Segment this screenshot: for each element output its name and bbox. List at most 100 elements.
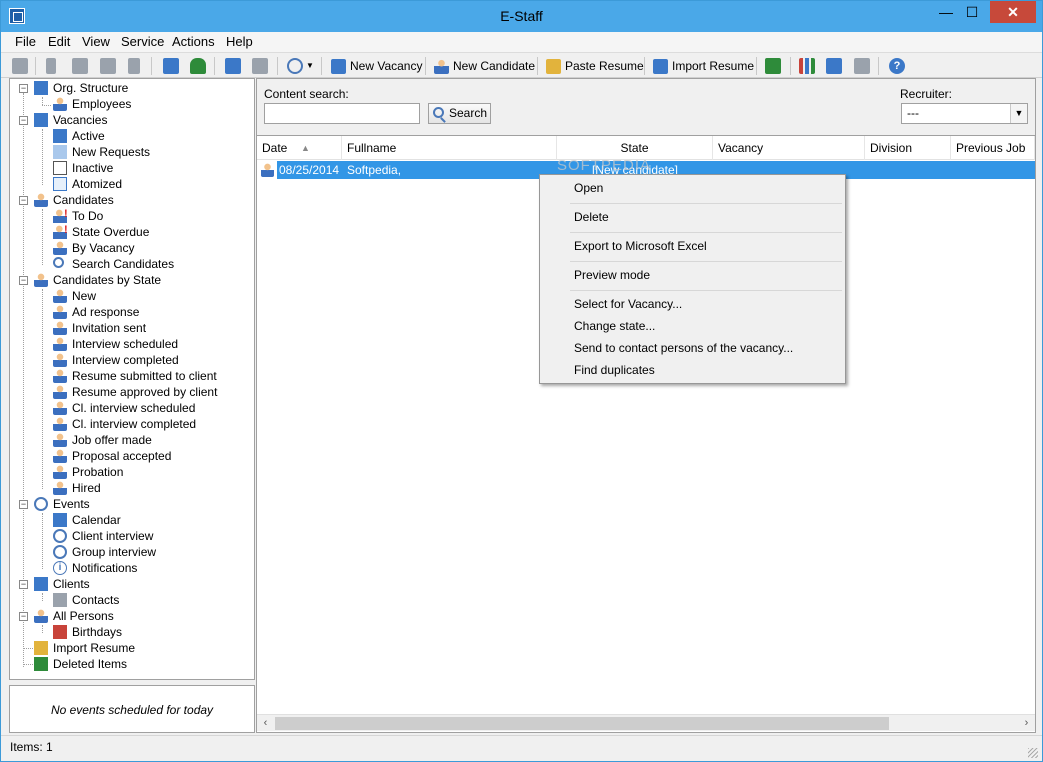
clock-icon[interactable] bbox=[287, 58, 303, 74]
column-header-fullname[interactable]: Fullname bbox=[342, 136, 557, 160]
resize-grip-icon[interactable] bbox=[1028, 748, 1038, 758]
tree-item-label: All Persons bbox=[53, 609, 114, 623]
bar-chart-icon[interactable] bbox=[799, 58, 815, 74]
tree-item-label: Calendar bbox=[72, 513, 121, 527]
info-icon: i bbox=[53, 561, 67, 575]
report-icon[interactable] bbox=[826, 58, 842, 74]
menu-item-open[interactable]: Open bbox=[574, 178, 603, 198]
help-icon[interactable]: ? bbox=[889, 58, 905, 74]
org-chart-icon[interactable] bbox=[225, 58, 241, 74]
menu-view[interactable]: View bbox=[82, 34, 110, 49]
tree-item-label: Atomized bbox=[72, 177, 123, 191]
menu-item-find-duplicates[interactable]: Find duplicates bbox=[574, 360, 655, 380]
menu-file[interactable]: File bbox=[15, 34, 36, 49]
scroll-right-icon[interactable]: › bbox=[1018, 715, 1035, 732]
collapse-toggle[interactable]: − bbox=[19, 612, 28, 621]
no-events-text: No events scheduled for today bbox=[50, 703, 214, 717]
tree-item-label: Cl. interview scheduled bbox=[72, 401, 196, 415]
tree-guide-line bbox=[42, 129, 43, 185]
candidate-state-icon bbox=[53, 449, 67, 463]
status-bar: Items: 1 bbox=[1, 735, 1042, 761]
search-button[interactable]: Search bbox=[428, 103, 491, 124]
chevron-down-icon[interactable]: ▼ bbox=[306, 58, 314, 74]
tree-guide-line bbox=[42, 593, 43, 601]
context-menu: Open Delete Export to Microsoft Excel Pr… bbox=[539, 174, 846, 384]
window-title: E-Staff bbox=[500, 8, 543, 24]
column-header-division[interactable]: Division bbox=[865, 136, 951, 160]
menu-actions[interactable]: Actions bbox=[172, 34, 215, 49]
cut-icon[interactable] bbox=[46, 58, 56, 74]
minimize-button[interactable]: — bbox=[933, 1, 959, 23]
tree-item-label: Contacts bbox=[72, 593, 120, 607]
collapse-toggle[interactable]: − bbox=[19, 580, 28, 589]
tree-item-label: Employees bbox=[72, 97, 132, 111]
tree-item-label: Interview scheduled bbox=[72, 337, 179, 351]
column-header-date[interactable]: Date ▲ bbox=[257, 136, 342, 160]
tree-guide-line bbox=[42, 97, 43, 105]
menu-item-send-to-contacts[interactable]: Send to contact persons of the vacancy..… bbox=[574, 338, 793, 358]
scroll-thumb[interactable] bbox=[275, 717, 889, 730]
import-resume-label: Import Resume bbox=[672, 59, 755, 73]
undo-icon[interactable] bbox=[128, 58, 140, 74]
copy-icon[interactable] bbox=[72, 58, 88, 74]
menu-service[interactable]: Service bbox=[121, 34, 164, 49]
menu-item-change-state[interactable]: Change state... bbox=[574, 316, 655, 336]
chevron-down-icon[interactable]: ▼ bbox=[1010, 104, 1027, 123]
collapse-toggle[interactable]: − bbox=[19, 196, 28, 205]
menu-item-delete[interactable]: Delete bbox=[574, 207, 609, 227]
contact-card-icon bbox=[53, 593, 67, 607]
menu-edit[interactable]: Edit bbox=[48, 34, 70, 49]
envelope-icon bbox=[34, 641, 48, 655]
column-header-previous-job[interactable]: Previous Job bbox=[951, 136, 1035, 160]
content-search-input[interactable] bbox=[264, 103, 420, 124]
close-button[interactable]: ✕ bbox=[990, 1, 1036, 23]
menu-item-export-excel[interactable]: Export to Microsoft Excel bbox=[574, 236, 707, 256]
tree-item-label: Hired bbox=[72, 481, 101, 495]
menu-item-select-for-vacancy[interactable]: Select for Vacancy... bbox=[574, 294, 682, 314]
print-icon[interactable] bbox=[12, 58, 28, 74]
toolbar-separator bbox=[425, 57, 426, 75]
candidate-state-icon bbox=[53, 337, 67, 351]
events-panel: No events scheduled for today bbox=[9, 685, 255, 733]
tree-item-label: Deleted Items bbox=[53, 657, 128, 671]
collapse-toggle[interactable]: − bbox=[19, 276, 28, 285]
tree-item-label: Import Resume bbox=[53, 641, 136, 655]
recruiter-select[interactable]: --- ▼ bbox=[901, 103, 1028, 124]
new-request-icon bbox=[53, 145, 67, 159]
column-header-vacancy[interactable]: Vacancy bbox=[713, 136, 865, 160]
paste-resume-button[interactable]: Paste Resume bbox=[546, 57, 644, 76]
scroll-left-icon[interactable]: ‹ bbox=[257, 715, 274, 732]
collapse-toggle[interactable]: − bbox=[19, 500, 28, 509]
settings-icon[interactable] bbox=[854, 58, 870, 74]
tree-item-label: Notifications bbox=[72, 561, 138, 575]
paste-icon[interactable] bbox=[100, 58, 116, 74]
collapse-toggle[interactable]: − bbox=[19, 84, 28, 93]
excel-icon[interactable] bbox=[765, 58, 781, 74]
calendar-icon[interactable] bbox=[163, 58, 179, 74]
vacancy-icon bbox=[331, 59, 346, 74]
candidate-icon bbox=[434, 59, 449, 74]
candidate-state-icon bbox=[53, 433, 67, 447]
clock-icon bbox=[53, 529, 67, 543]
alert-icon: ! bbox=[64, 208, 68, 220]
new-candidate-label: New Candidate bbox=[453, 59, 536, 73]
tree-item-label: Resume submitted to client bbox=[72, 369, 217, 383]
menu-item-preview-mode[interactable]: Preview mode bbox=[574, 265, 650, 285]
person-icon[interactable] bbox=[190, 58, 206, 74]
new-candidate-button[interactable]: New Candidate bbox=[434, 57, 536, 76]
candidates-by-state-icon bbox=[34, 273, 48, 287]
horizontal-scrollbar[interactable]: ‹ › bbox=[257, 714, 1035, 731]
tree-item-label: To Do bbox=[72, 209, 104, 223]
active-vacancy-icon bbox=[53, 129, 67, 143]
title-bar: E-Staff — ☐ ✕ bbox=[1, 1, 1042, 32]
toolbar: ▼ New Vacancy New Candidate Paste Resume… bbox=[1, 52, 1042, 78]
candidates-icon bbox=[34, 193, 48, 207]
new-vacancy-button[interactable]: New Vacancy bbox=[331, 57, 422, 76]
collapse-toggle[interactable]: − bbox=[19, 116, 28, 125]
maximize-button[interactable]: ☐ bbox=[959, 1, 985, 23]
contact-card-icon[interactable] bbox=[252, 58, 268, 74]
tree-item-label: State Overdue bbox=[72, 225, 150, 239]
menu-separator bbox=[570, 203, 842, 204]
menu-help[interactable]: Help bbox=[226, 34, 253, 49]
import-resume-button[interactable]: Import Resume bbox=[653, 57, 755, 76]
